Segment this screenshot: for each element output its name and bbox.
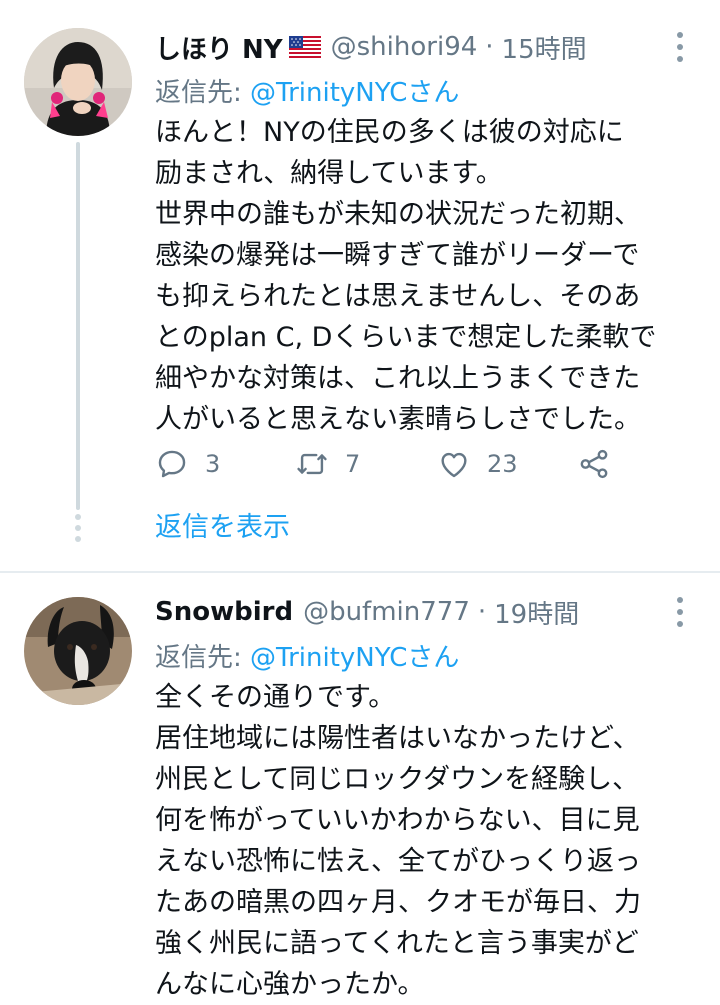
reply-count: 3 xyxy=(205,450,221,478)
us-flag-icon xyxy=(288,36,321,58)
thread-continuation-dots xyxy=(74,514,82,547)
timestamp[interactable]: 19時間 xyxy=(494,594,579,631)
more-options-icon[interactable] xyxy=(676,597,684,627)
timestamp[interactable]: 15時間 xyxy=(502,29,587,66)
reply-to-line: 返信先: @TrinityNYCさん xyxy=(155,72,459,109)
reply-to-prefix: 返信先: xyxy=(155,78,251,108)
avatar[interactable] xyxy=(24,597,132,705)
display-name[interactable]: Snowbird xyxy=(155,597,293,627)
reply-to-line: 返信先: @TrinityNYCさん xyxy=(155,637,459,674)
avatar-image-dog xyxy=(24,597,132,705)
share-icon xyxy=(580,449,608,479)
reply-to-prefix: 返信先: xyxy=(155,643,251,673)
avatar[interactable] xyxy=(24,28,132,136)
reply-icon xyxy=(158,450,186,478)
tweet-actions: 3 7 23 xyxy=(155,444,625,484)
retweet-button[interactable]: 7 xyxy=(295,444,360,484)
heart-icon xyxy=(441,452,467,478)
like-count: 23 xyxy=(487,450,518,478)
share-button[interactable] xyxy=(577,444,611,484)
header-separator: · xyxy=(477,597,487,627)
like-button[interactable]: 23 xyxy=(437,444,518,484)
user-handle[interactable]: @bufmin777 xyxy=(303,597,470,627)
tweet-card[interactable]: しほり NY @shihori94 · 15時間 返信先: @TrinityNY… xyxy=(0,0,720,572)
retweet-count: 7 xyxy=(345,450,361,478)
retweet-icon xyxy=(297,453,327,475)
tweet-text: 全くその通りです。 居住地域には陽性者はいなかったけど、 州民として同じロックダ… xyxy=(155,682,641,1000)
more-options-icon[interactable] xyxy=(676,32,684,62)
header-separator: · xyxy=(485,32,494,62)
tweet-card[interactable]: Snowbird @bufmin777 · 19時間 返信先: @Trinity… xyxy=(0,573,720,1000)
show-replies-link[interactable]: 返信を表示 xyxy=(155,505,290,544)
reply-to-mention[interactable]: @TrinityNYCさん xyxy=(250,643,459,673)
reply-to-mention[interactable]: @TrinityNYCさん xyxy=(250,78,459,108)
tweet-header: しほり NY @shihori94 · 15時間 xyxy=(155,29,587,66)
avatar-image-woman xyxy=(24,28,132,136)
tweet-text: ほんと！NYの住民の多くは彼の対応に 励まされ、納得しています。 世界中の誰もが… xyxy=(155,117,657,435)
reply-button[interactable]: 3 xyxy=(155,444,220,484)
thread-line xyxy=(76,142,80,510)
tweet-header: Snowbird @bufmin777 · 19時間 xyxy=(155,594,579,631)
user-handle[interactable]: @shihori94 xyxy=(331,32,478,62)
display-name[interactable]: しほり NY xyxy=(155,29,283,66)
